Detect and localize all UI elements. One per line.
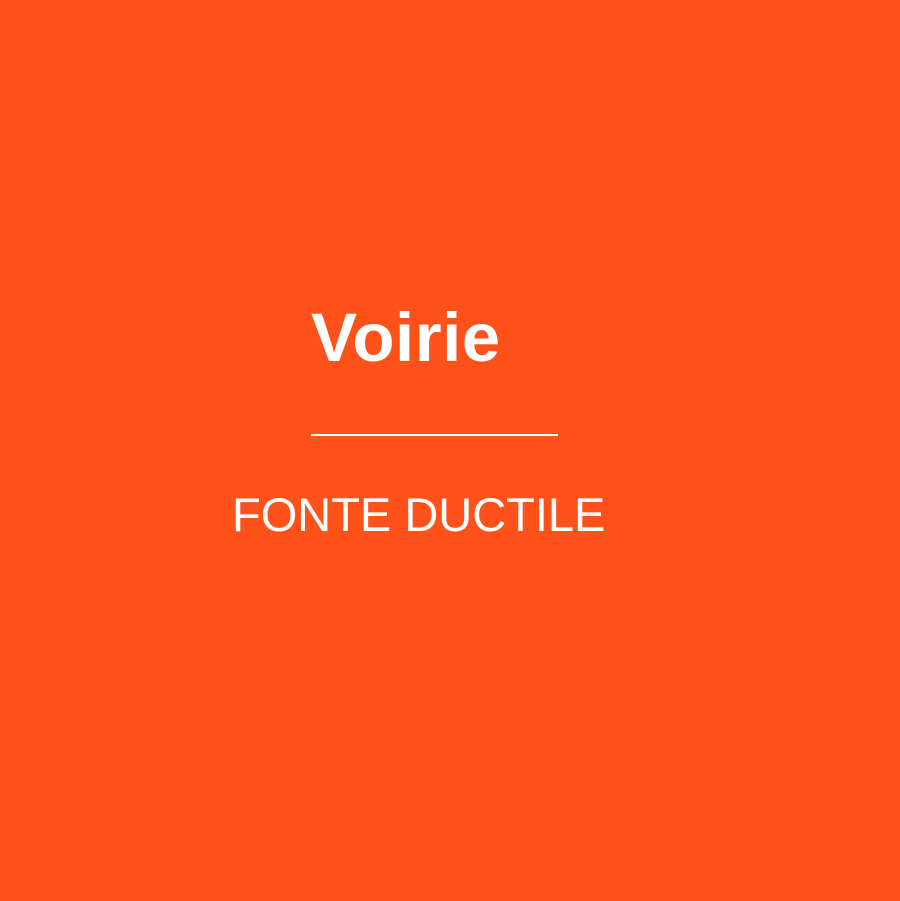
category-title: Voirie xyxy=(311,299,501,376)
title-divider xyxy=(311,434,558,436)
category-tile[interactable]: Voirie FONTE DUCTILE xyxy=(0,0,900,901)
category-subtitle: FONTE DUCTILE xyxy=(232,488,606,541)
